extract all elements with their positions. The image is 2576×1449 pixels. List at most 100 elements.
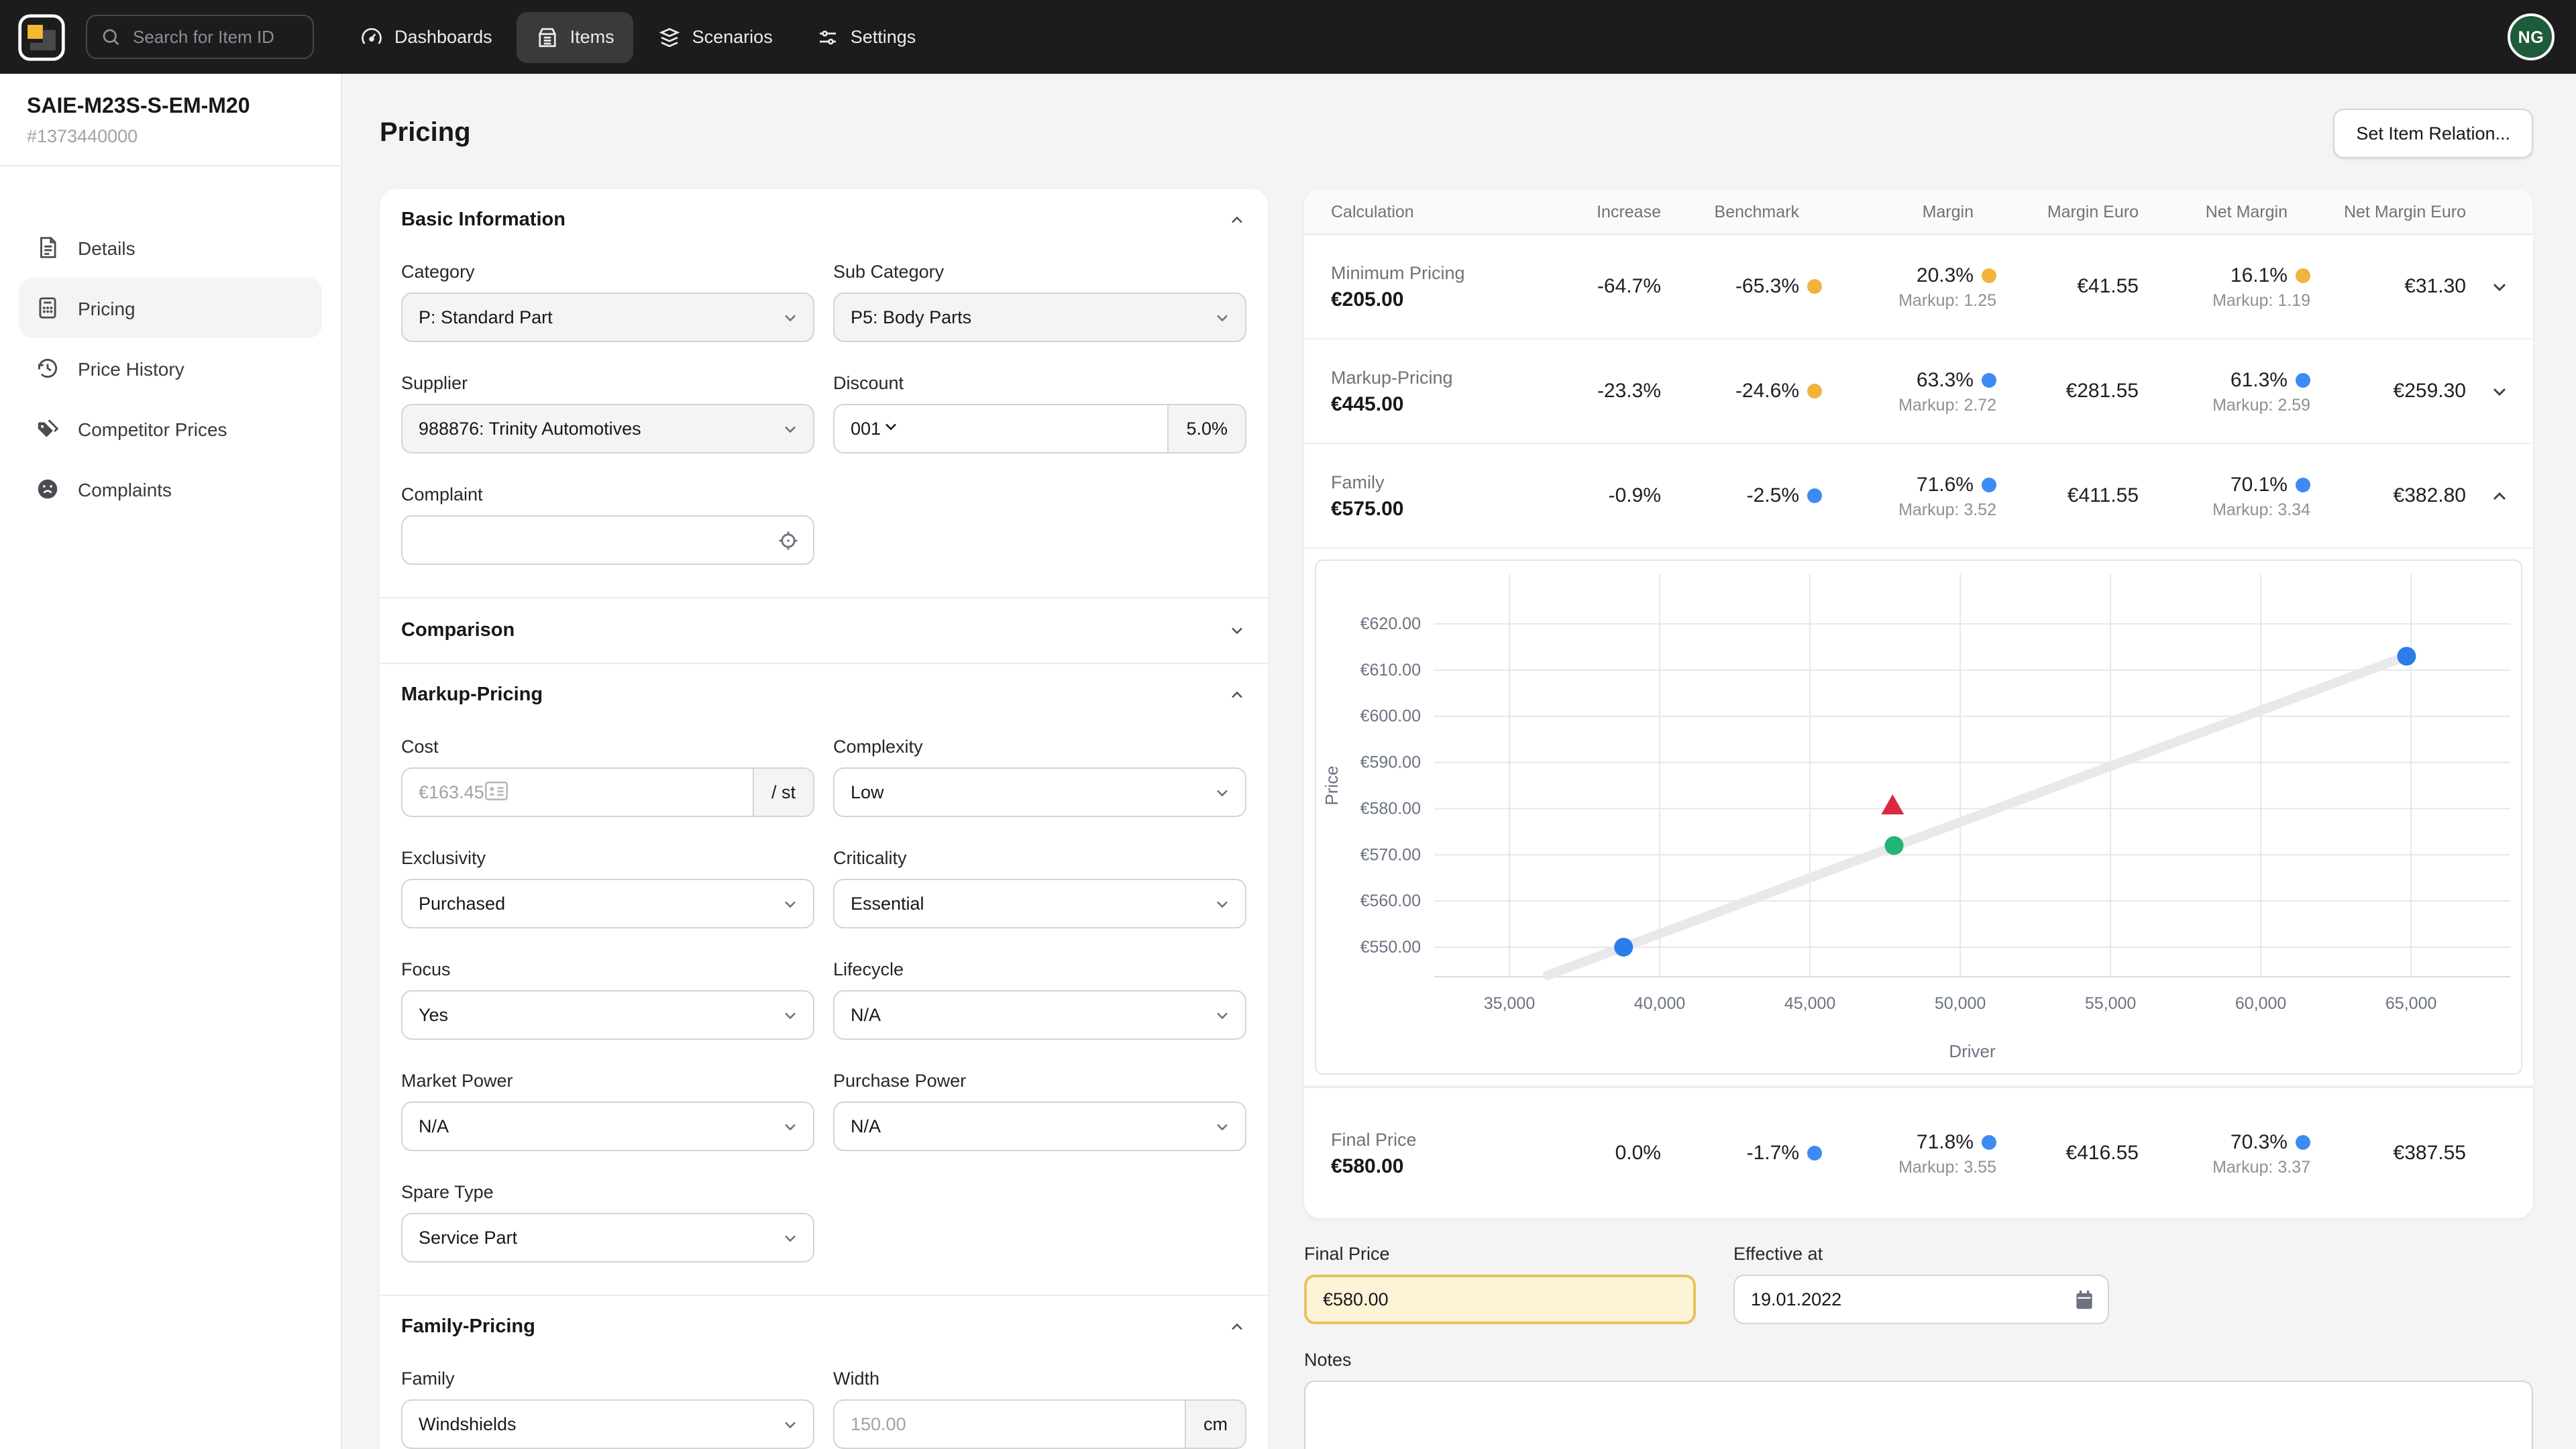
expand-row-chevron-icon[interactable] [2466,235,2533,338]
criticality-label: Criticality [833,848,1246,868]
section-markup-pricing: Markup-Pricing Cost €163.45 [380,663,1268,1295]
net-margin-value: 61.3% [2231,368,2288,391]
margin-status-dot [1982,268,1996,282]
purchase-power-select[interactable]: N/A [833,1102,1246,1151]
sidebar-item-complaints[interactable]: Complaints [19,459,322,519]
margin-status-dot [1982,477,1996,492]
collapse-chevron-icon[interactable] [1228,1318,1246,1336]
calculation-panel: Calculation Increase Benchmark Margin Ma… [1304,189,2533,1449]
collapse-chevron-icon[interactable] [1228,211,1246,229]
sidebar-item-pricing[interactable]: Pricing [19,278,322,338]
set-item-relation-button[interactable]: Set Item Relation... [2333,109,2533,158]
benchmark-value: -65.3% [1735,275,1799,298]
market-power-label: Market Power [401,1071,814,1091]
svg-text:€550.00: €550.00 [1360,938,1421,957]
table-row-markup-pricing: Markup-Pricing €445.00 -23.3% -24.6% 63.… [1304,339,2533,444]
chevron-down-icon [781,1117,800,1136]
pricing-form-card: Basic Information Category P: Standard P… [380,189,1268,1449]
item-search[interactable] [86,15,314,59]
expand-chevron-icon[interactable] [1228,621,1246,640]
discount-label: Discount [833,373,1246,393]
benchmark-status-dot [1807,1146,1822,1161]
margin-value: 71.6% [1917,473,1974,496]
complaint-input[interactable] [401,515,814,565]
section-title: Family-Pricing [401,1316,535,1338]
net-margin-euro-value: €259.30 [2394,380,2466,402]
user-avatar[interactable]: NG [2508,13,2555,60]
calendar-icon[interactable] [2074,1289,2094,1310]
complexity-select[interactable]: Low [833,767,1246,817]
purchase-power-label: Purchase Power [833,1071,1246,1091]
net-margin-value: 70.3% [2231,1130,2288,1153]
benchmark-status-dot [1807,488,1822,503]
section-comparison: Comparison [380,597,1268,663]
collapse-row-chevron-icon[interactable] [2466,444,2533,547]
item-header: SAIE-M23S-S-EM-M20 #1373440000 [0,74,341,165]
chevron-down-icon [1213,783,1232,802]
net-margin-status-dot [2296,372,2310,387]
lifecycle-select[interactable]: N/A [833,990,1246,1040]
spare-type-value: Service Part [419,1228,517,1248]
spare-type-select[interactable]: Service Part [401,1213,814,1263]
benchmark-value: -1.7% [1747,1142,1799,1165]
discount-select[interactable]: 001 [835,405,1167,452]
chevron-down-icon [781,1006,800,1024]
effective-at-label: Effective at [1733,1244,2109,1264]
nav-item-settings[interactable]: Settings [797,11,935,62]
nav-item-scenarios[interactable]: Scenarios [639,11,792,62]
row-price: €445.00 [1331,392,1546,415]
table-row-minimum-pricing: Minimum Pricing €205.00 -64.7% -65.3% 20… [1304,235,2533,339]
category-select[interactable]: P: Standard Part [401,292,814,342]
crosshair-icon[interactable] [777,529,800,551]
margin-value: 20.3% [1917,264,1974,286]
net-margin-euro-value: €31.30 [2404,275,2466,298]
history-icon [35,356,60,381]
sidebar-item-details[interactable]: Details [19,217,322,278]
purchase-power-value: N/A [851,1116,881,1136]
family-select[interactable]: Windshields [401,1399,814,1449]
sidebar-item-label: Price History [78,358,184,379]
market-power-value: N/A [419,1116,449,1136]
main-content: Pricing Set Item Relation... Basic Infor… [342,74,2576,1449]
effective-at-input[interactable]: 19.01.2022 [1733,1275,2109,1324]
document-icon [35,235,60,260]
col-header-benchmark: Benchmark [1661,189,1822,233]
sidebar-item-competitor-prices[interactable]: Competitor Prices [19,398,322,459]
exclusivity-label: Exclusivity [401,848,814,868]
benchmark-status-dot [1807,279,1822,294]
final-price-input[interactable]: €580.00 [1304,1275,1696,1324]
focus-select[interactable]: Yes [401,990,814,1040]
sub-category-select[interactable]: P5: Body Parts [833,292,1246,342]
notes-label: Notes [1304,1350,2533,1370]
focus-label: Focus [401,959,814,979]
market-power-select[interactable]: N/A [401,1102,814,1151]
discount-value: 001 [851,419,881,439]
expand-row-chevron-icon[interactable] [2466,339,2533,443]
calculation-table: Calculation Increase Benchmark Margin Ma… [1304,189,2533,1218]
margin-markup: Markup: 3.52 [1898,500,1996,519]
collapse-chevron-icon[interactable] [1228,686,1246,704]
supplier-select[interactable]: 988876: Trinity Automotives [401,404,814,453]
search-input[interactable] [130,25,299,48]
svg-text:€570.00: €570.00 [1360,845,1421,864]
id-card-icon[interactable] [484,780,508,804]
notes-textarea[interactable] [1304,1381,2533,1449]
sub-category-label: Sub Category [833,262,1246,282]
nav-item-label: Items [570,27,614,47]
family-pricing-chart-row: €550.00€560.00€570.00€580.00€590.00€600.… [1304,549,2533,1087]
criticality-select[interactable]: Essential [833,879,1246,928]
tags-icon [35,416,60,441]
exclusivity-value: Purchased [419,894,505,914]
category-value: P: Standard Part [419,307,553,327]
sidebar-item-price-history[interactable]: Price History [19,338,322,398]
category-label: Category [401,262,814,282]
cost-input[interactable]: €163.45 [402,769,753,816]
nav-item-items[interactable]: Items [517,11,633,62]
focus-value: Yes [419,1005,448,1025]
nav-item-dashboards[interactable]: Dashboards [341,11,511,62]
chevron-down-icon [781,1415,800,1434]
item-number: #1373440000 [27,126,314,146]
section-basic-information: Basic Information Category P: Standard P… [380,189,1268,597]
exclusivity-select[interactable]: Purchased [401,879,814,928]
width-input[interactable]: 150.00 [835,1401,1185,1448]
